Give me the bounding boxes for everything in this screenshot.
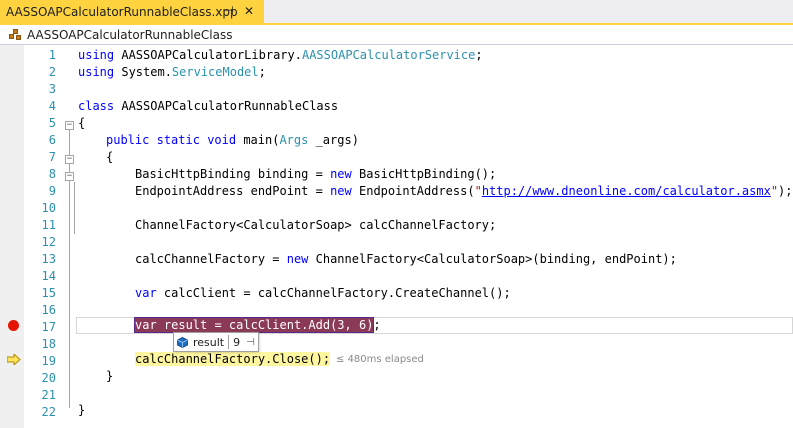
datatip-name: result: [193, 335, 225, 349]
code-line-7[interactable]: {: [0, 149, 793, 166]
pin-icon[interactable]: ⊣: [222, 4, 236, 18]
line-number: 3: [48, 82, 56, 96]
code-line-22[interactable]: }: [0, 402, 793, 419]
document-tab-bar: AASSOAPCalculatorRunnableClass.xpp ⊣ ✕: [0, 0, 793, 25]
code-line-5[interactable]: {: [0, 115, 793, 132]
datatip-value[interactable]: 9: [233, 336, 240, 349]
code-editor[interactable]: 1 2 3 4 5 6 7 8 9 10 11 12 13 14 15 16 17 18 19 20 21 22 − − …: [0, 45, 793, 428]
code-line-6[interactable]: public static void main(Args _args): [0, 132, 793, 149]
next-statement: calcChannelFactory.Close();: [135, 352, 331, 366]
code-line-1[interactable]: using AASSOAPCalculatorLibrary.AASSOAPCa…: [0, 47, 793, 64]
navigation-bar[interactable]: AASSOAPCalculatorRunnableClass: [0, 25, 793, 45]
code-line-17[interactable]: var result = calcClient.Add(3, 6);: [0, 317, 793, 334]
field-cube-icon: [177, 336, 188, 348]
code-line-11[interactable]: ChannelFactory<CalculatorSoap> calcChann…: [0, 217, 793, 234]
code-line-9[interactable]: EndpointAddress endPoint = new EndpointA…: [0, 183, 793, 200]
perf-tip-elapsed: ≤ 480ms elapsed: [336, 354, 424, 365]
close-icon[interactable]: ✕: [242, 4, 256, 18]
code-line-2[interactable]: using System.ServiceModel;: [0, 64, 793, 81]
url-link[interactable]: http://www.dneonline.com/calculator.asmx: [482, 184, 771, 198]
code-line-4[interactable]: class AASSOAPCalculatorRunnableClass: [0, 98, 793, 115]
code-line-15[interactable]: var calcClient = calcChannelFactory.Crea…: [0, 285, 793, 302]
navbar-class-name: AASSOAPCalculatorRunnableClass: [27, 27, 233, 42]
line-number: 12: [41, 235, 56, 249]
breakpoint-statement: var result = calcClient.Add(3, 6): [133, 317, 375, 333]
datatip[interactable]: result 9 ⊣: [173, 332, 259, 352]
line-number: 14: [41, 269, 56, 283]
code-line-13[interactable]: calcChannelFactory = new ChannelFactory<…: [0, 251, 793, 268]
code-line-8[interactable]: BasicHttpBinding binding = new BasicHttp…: [0, 166, 793, 183]
class-icon: [8, 28, 22, 42]
pin-icon[interactable]: ⊣: [246, 337, 255, 348]
code-line-20[interactable]: }: [0, 368, 793, 385]
document-tab[interactable]: AASSOAPCalculatorRunnableClass.xpp ⊣ ✕: [0, 0, 264, 23]
tab-title: AASSOAPCalculatorRunnableClass.xpp: [6, 4, 238, 19]
line-number: 10: [41, 201, 56, 215]
